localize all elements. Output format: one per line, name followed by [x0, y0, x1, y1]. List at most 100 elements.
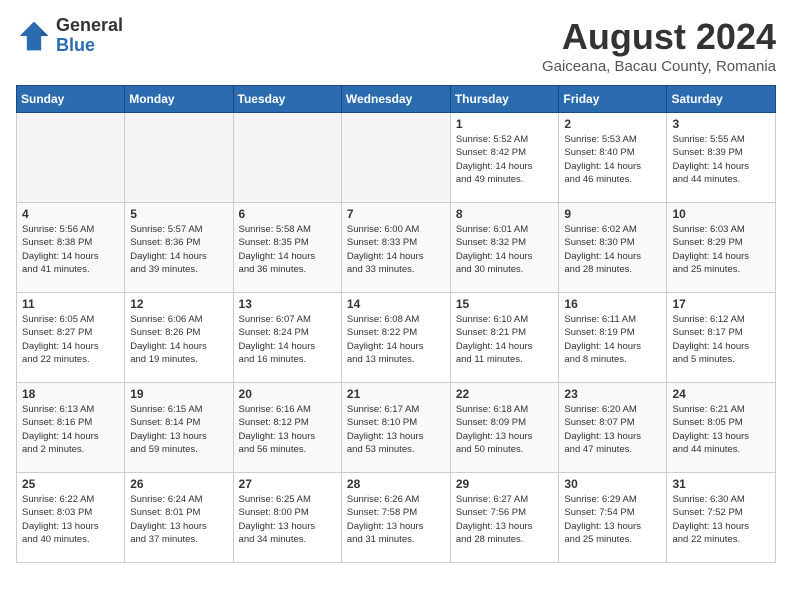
day-number: 31	[672, 477, 770, 491]
day-content: Sunrise: 5:55 AM Sunset: 8:39 PM Dayligh…	[672, 133, 770, 186]
calendar-cell: 4 Sunrise: 5:56 AM Sunset: 8:38 PM Daylig…	[17, 203, 125, 293]
calendar-cell: 21 Sunrise: 6:17 AM Sunset: 8:10 PM Dayli…	[341, 383, 450, 473]
day-number: 5	[130, 207, 227, 221]
day-number: 17	[672, 297, 770, 311]
calendar-cell: 30 Sunrise: 6:29 AM Sunset: 7:54 PM Dayli…	[559, 473, 667, 563]
weekday-header-tuesday: Tuesday	[233, 86, 341, 113]
calendar-cell	[341, 113, 450, 203]
day-number: 25	[22, 477, 119, 491]
day-content: Sunrise: 6:30 AM Sunset: 7:52 PM Dayligh…	[672, 493, 770, 546]
day-number: 8	[456, 207, 554, 221]
calendar-cell: 11Sunrise: 6:05 AM Sunset: 8:27 PM Dayli…	[17, 293, 125, 383]
day-number: 9	[564, 207, 661, 221]
calendar-cell	[233, 113, 341, 203]
logo-text: General Blue	[56, 16, 123, 56]
title-area: August 2024 Gaiceana, Bacau County, Roma…	[542, 16, 776, 75]
day-content: Sunrise: 6:13 AM Sunset: 8:16 PM Dayligh…	[22, 403, 119, 456]
day-number: 21	[347, 387, 445, 401]
calendar-week-1: 1 Sunrise: 5:52 AM Sunset: 8:42 PM Daylig…	[17, 113, 776, 203]
day-content: Sunrise: 6:08 AM Sunset: 8:22 PM Dayligh…	[347, 313, 445, 366]
calendar-week-3: 11Sunrise: 6:05 AM Sunset: 8:27 PM Dayli…	[17, 293, 776, 383]
day-content: Sunrise: 6:02 AM Sunset: 8:30 PM Dayligh…	[564, 223, 661, 276]
calendar-cell	[125, 113, 233, 203]
calendar-cell: 5 Sunrise: 5:57 AM Sunset: 8:36 PM Daylig…	[125, 203, 233, 293]
day-number: 28	[347, 477, 445, 491]
day-number: 10	[672, 207, 770, 221]
day-number: 1	[456, 117, 554, 131]
day-content: Sunrise: 6:11 AM Sunset: 8:19 PM Dayligh…	[564, 313, 661, 366]
day-content: Sunrise: 5:58 AM Sunset: 8:35 PM Dayligh…	[239, 223, 336, 276]
day-content: Sunrise: 6:17 AM Sunset: 8:10 PM Dayligh…	[347, 403, 445, 456]
day-content: Sunrise: 6:10 AM Sunset: 8:21 PM Dayligh…	[456, 313, 554, 366]
day-number: 11	[22, 297, 119, 311]
day-content: Sunrise: 6:29 AM Sunset: 7:54 PM Dayligh…	[564, 493, 661, 546]
weekday-header-saturday: Saturday	[667, 86, 776, 113]
weekday-header-thursday: Thursday	[450, 86, 559, 113]
calendar-cell: 23 Sunrise: 6:20 AM Sunset: 8:07 PM Dayli…	[559, 383, 667, 473]
day-number: 16	[564, 297, 661, 311]
day-number: 30	[564, 477, 661, 491]
day-number: 27	[239, 477, 336, 491]
calendar-cell: 7Sunrise: 6:00 AM Sunset: 8:33 PM Daylig…	[341, 203, 450, 293]
calendar-cell: 6Sunrise: 5:58 AM Sunset: 8:35 PM Daylig…	[233, 203, 341, 293]
day-content: Sunrise: 6:12 AM Sunset: 8:17 PM Dayligh…	[672, 313, 770, 366]
calendar-cell: 25 Sunrise: 6:22 AM Sunset: 8:03 PM Dayli…	[17, 473, 125, 563]
calendar-cell: 29Sunrise: 6:27 AM Sunset: 7:56 PM Dayli…	[450, 473, 559, 563]
day-number: 2	[564, 117, 661, 131]
day-number: 14	[347, 297, 445, 311]
day-content: Sunrise: 6:22 AM Sunset: 8:03 PM Dayligh…	[22, 493, 119, 546]
day-number: 22	[456, 387, 554, 401]
calendar-cell: 14 Sunrise: 6:08 AM Sunset: 8:22 PM Dayli…	[341, 293, 450, 383]
day-content: Sunrise: 6:27 AM Sunset: 7:56 PM Dayligh…	[456, 493, 554, 546]
day-number: 26	[130, 477, 227, 491]
calendar-week-2: 4 Sunrise: 5:56 AM Sunset: 8:38 PM Daylig…	[17, 203, 776, 293]
day-number: 19	[130, 387, 227, 401]
calendar-cell: 15Sunrise: 6:10 AM Sunset: 8:21 PM Dayli…	[450, 293, 559, 383]
day-content: Sunrise: 6:26 AM Sunset: 7:58 PM Dayligh…	[347, 493, 445, 546]
calendar-cell: 3 Sunrise: 5:55 AM Sunset: 8:39 PM Daylig…	[667, 113, 776, 203]
calendar-cell: 24Sunrise: 6:21 AM Sunset: 8:05 PM Dayli…	[667, 383, 776, 473]
month-year: August 2024	[542, 16, 776, 58]
day-number: 12	[130, 297, 227, 311]
header: General Blue August 2024 Gaiceana, Bacau…	[16, 16, 776, 75]
calendar-cell: 16 Sunrise: 6:11 AM Sunset: 8:19 PM Dayli…	[559, 293, 667, 383]
day-content: Sunrise: 6:15 AM Sunset: 8:14 PM Dayligh…	[130, 403, 227, 456]
weekday-header-friday: Friday	[559, 86, 667, 113]
day-content: Sunrise: 5:52 AM Sunset: 8:42 PM Dayligh…	[456, 133, 554, 186]
calendar-cell: 31 Sunrise: 6:30 AM Sunset: 7:52 PM Dayli…	[667, 473, 776, 563]
day-number: 20	[239, 387, 336, 401]
day-content: Sunrise: 6:24 AM Sunset: 8:01 PM Dayligh…	[130, 493, 227, 546]
day-content: Sunrise: 5:57 AM Sunset: 8:36 PM Dayligh…	[130, 223, 227, 276]
location: Gaiceana, Bacau County, Romania	[542, 58, 776, 75]
logo: General Blue	[16, 16, 123, 56]
day-number: 24	[672, 387, 770, 401]
day-content: Sunrise: 6:06 AM Sunset: 8:26 PM Dayligh…	[130, 313, 227, 366]
day-content: Sunrise: 6:00 AM Sunset: 8:33 PM Dayligh…	[347, 223, 445, 276]
day-content: Sunrise: 6:18 AM Sunset: 8:09 PM Dayligh…	[456, 403, 554, 456]
calendar-cell: 27Sunrise: 6:25 AM Sunset: 8:00 PM Dayli…	[233, 473, 341, 563]
day-content: Sunrise: 5:53 AM Sunset: 8:40 PM Dayligh…	[564, 133, 661, 186]
weekday-header-wednesday: Wednesday	[341, 86, 450, 113]
calendar-cell: 12 Sunrise: 6:06 AM Sunset: 8:26 PM Dayli…	[125, 293, 233, 383]
weekday-header-sunday: Sunday	[17, 86, 125, 113]
calendar-cell	[17, 113, 125, 203]
day-number: 4	[22, 207, 119, 221]
calendar-cell: 2 Sunrise: 5:53 AM Sunset: 8:40 PM Daylig…	[559, 113, 667, 203]
calendar-cell: 22 Sunrise: 6:18 AM Sunset: 8:09 PM Dayli…	[450, 383, 559, 473]
weekday-header-monday: Monday	[125, 86, 233, 113]
calendar-cell: 28 Sunrise: 6:26 AM Sunset: 7:58 PM Dayli…	[341, 473, 450, 563]
calendar: SundayMondayTuesdayWednesdayThursdayFrid…	[16, 85, 776, 563]
logo-icon	[16, 18, 52, 54]
day-content: Sunrise: 5:56 AM Sunset: 8:38 PM Dayligh…	[22, 223, 119, 276]
calendar-week-4: 18 Sunrise: 6:13 AM Sunset: 8:16 PM Dayli…	[17, 383, 776, 473]
weekday-header-row: SundayMondayTuesdayWednesdayThursdayFrid…	[17, 86, 776, 113]
day-number: 23	[564, 387, 661, 401]
day-content: Sunrise: 6:16 AM Sunset: 8:12 PM Dayligh…	[239, 403, 336, 456]
calendar-cell: 20 Sunrise: 6:16 AM Sunset: 8:12 PM Dayli…	[233, 383, 341, 473]
calendar-cell: 26 Sunrise: 6:24 AM Sunset: 8:01 PM Dayli…	[125, 473, 233, 563]
calendar-cell: 19 Sunrise: 6:15 AM Sunset: 8:14 PM Dayli…	[125, 383, 233, 473]
day-number: 18	[22, 387, 119, 401]
calendar-cell: 10Sunrise: 6:03 AM Sunset: 8:29 PM Dayli…	[667, 203, 776, 293]
day-content: Sunrise: 6:20 AM Sunset: 8:07 PM Dayligh…	[564, 403, 661, 456]
day-number: 3	[672, 117, 770, 131]
